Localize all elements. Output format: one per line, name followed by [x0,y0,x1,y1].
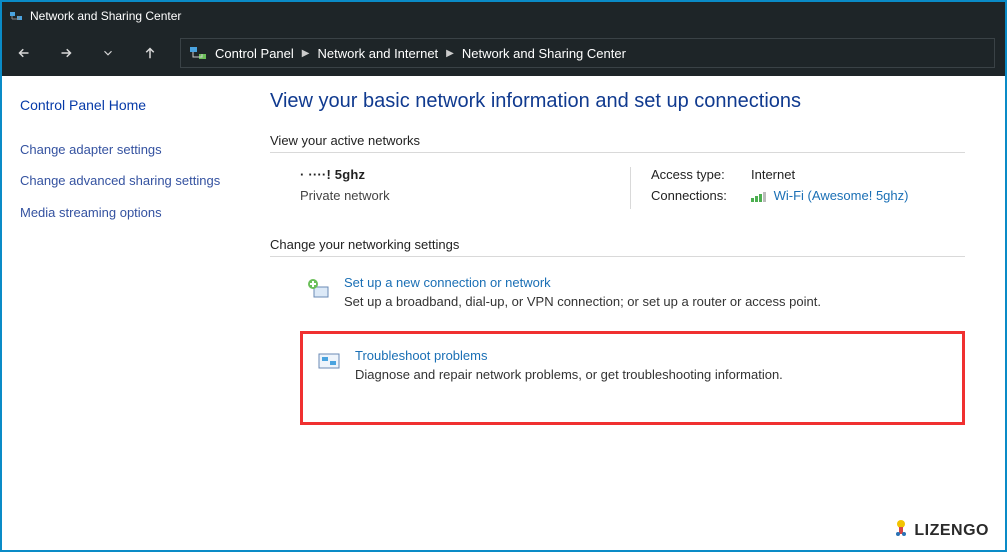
network-type: Private network [300,188,630,203]
divider [270,256,965,257]
up-button[interactable] [138,41,162,65]
connections-label: Connections: [651,188,751,203]
main-panel: View your basic network information and … [252,76,1005,550]
new-connection-icon [304,275,332,303]
troubleshoot-icon [315,348,343,376]
control-panel-home-link[interactable]: Control Panel Home [20,96,234,115]
divider [270,152,965,153]
breadcrumb-item[interactable]: Network and Internet [317,46,438,61]
setting-link[interactable]: Set up a new connection or network [344,275,551,290]
access-type-label: Access type: [651,167,751,182]
address-bar[interactable]: Control Panel ▶ Network and Internet ▶ N… [180,38,995,68]
setting-desc: Set up a broadband, dial-up, or VPN conn… [344,294,821,309]
setting-link[interactable]: Troubleshoot problems [355,348,487,363]
sidebar-link-adapter[interactable]: Change adapter settings [20,141,234,159]
setting-desc: Diagnose and repair network problems, or… [355,367,783,382]
highlight-annotation: Troubleshoot problems Diagnose and repai… [300,331,965,425]
network-name: · ····! 5ghz [300,167,630,182]
active-network-row: · ····! 5ghz Private network Access type… [270,167,965,209]
section-change-settings: Change your networking settings [270,237,965,252]
watermark-brand: LIZENGO [892,519,989,542]
page-title: View your basic network information and … [270,90,965,113]
recent-dropdown[interactable] [96,41,120,65]
breadcrumb-item[interactable]: Control Panel [215,46,294,61]
app-window: Network and Sharing Center Control Panel… [0,0,1007,552]
brand-icon [892,519,910,542]
wifi-signal-icon [751,192,766,202]
app-icon [8,8,24,24]
content-area: Control Panel Home Change adapter settin… [2,76,1005,550]
section-active-networks: View your active networks [270,133,965,148]
sidebar-link-advanced-sharing[interactable]: Change advanced sharing settings [20,172,234,190]
chevron-right-icon: ▶ [302,48,310,59]
access-type-value: Internet [751,167,795,182]
forward-button[interactable] [54,41,78,65]
connection-link[interactable]: Wi-Fi (Awesome! 5ghz) [774,188,909,203]
navbar: Control Panel ▶ Network and Internet ▶ N… [2,30,1005,76]
control-panel-icon [189,44,207,62]
breadcrumb-item[interactable]: Network and Sharing Center [462,46,626,61]
setting-new-connection[interactable]: Set up a new connection or network Set u… [300,271,965,313]
sidebar-link-media-streaming[interactable]: Media streaming options [20,204,234,222]
window-title: Network and Sharing Center [30,9,181,23]
titlebar: Network and Sharing Center [2,2,1005,30]
sidebar: Control Panel Home Change adapter settin… [2,76,252,550]
setting-troubleshoot[interactable]: Troubleshoot problems Diagnose and repai… [311,344,954,386]
chevron-right-icon: ▶ [446,48,454,59]
back-button[interactable] [12,41,36,65]
brand-text: LIZENGO [914,522,989,540]
